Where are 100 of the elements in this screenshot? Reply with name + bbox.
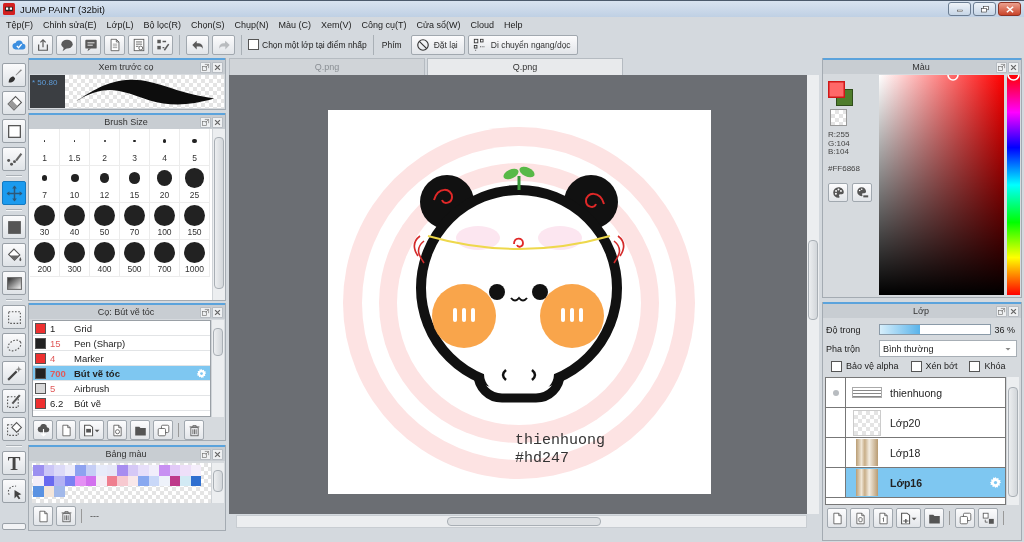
page-line-button[interactable] (873, 508, 893, 528)
brush-size-option[interactable]: 7 (30, 166, 60, 203)
color-swatch-icon[interactable] (64, 465, 75, 476)
popout-icon[interactable] (200, 448, 211, 460)
color-swatch-icon[interactable] (180, 475, 191, 486)
brush-row[interactable]: 15 Pen (Sharp) (33, 336, 210, 351)
close-icon[interactable] (1008, 305, 1019, 317)
color-swatch-icon[interactable] (106, 475, 117, 486)
trash-button[interactable] (184, 420, 204, 440)
brush-size-option[interactable]: 4 (150, 129, 180, 166)
close-icon[interactable] (212, 61, 223, 73)
brush-size-option[interactable]: 20 (150, 166, 180, 203)
brush-size-option[interactable]: 1 (30, 129, 60, 166)
popout-icon[interactable] (200, 116, 211, 128)
gradient-tool[interactable] (2, 271, 26, 295)
speech-bubble-button[interactable] (56, 34, 77, 55)
scrollbar-thumb[interactable] (214, 137, 224, 289)
layer-row[interactable]: Lớp20 (826, 408, 1005, 438)
page-square-button[interactable] (850, 508, 870, 528)
copy-button[interactable] (955, 508, 975, 528)
brush-size-option[interactable]: 70 (120, 203, 150, 240)
menu-item[interactable]: Chụp(N) (229, 17, 274, 33)
brush-size-option[interactable]: 10 (60, 166, 90, 203)
scrollbar[interactable] (211, 320, 224, 417)
share-button[interactable] (32, 34, 53, 55)
brush-size-option[interactable]: 400 (90, 240, 120, 277)
close-icon[interactable] (212, 116, 223, 128)
color-swatch-icon[interactable] (148, 465, 159, 476)
brush-size-option[interactable]: 200 (30, 240, 60, 277)
color-swatch-icon[interactable] (180, 465, 191, 476)
blend-mode-dropdown[interactable]: Bình thường (879, 340, 1017, 357)
brush-row[interactable]: 1 Grid (33, 321, 210, 336)
reset-button[interactable]: Đặt lại (410, 34, 465, 55)
ring-icon[interactable] (947, 75, 959, 81)
menu-item[interactable]: Bộ lọc(R) (138, 17, 186, 33)
color-swatch-icon[interactable] (75, 475, 86, 486)
fill-tool[interactable] (2, 215, 26, 239)
gear-icon[interactable] (196, 367, 207, 379)
move-mode-button[interactable]: Di chuyển ngang/dọc (467, 34, 578, 55)
hue-slider-thumb[interactable] (1007, 75, 1020, 81)
page-caret-button[interactable] (79, 420, 104, 440)
layer-row[interactable]: thienhuong (826, 378, 1005, 408)
select-eraser-tool[interactable] (2, 417, 26, 441)
menu-item[interactable]: Công cụ(T) (356, 17, 412, 33)
scrollbar-thumb[interactable] (213, 328, 223, 356)
close-icon[interactable] (1008, 61, 1019, 73)
hue-slider[interactable] (1007, 75, 1020, 295)
text-tool[interactable]: T (2, 451, 26, 475)
close-icon[interactable] (212, 306, 223, 318)
gear-icon[interactable] (989, 476, 1002, 489)
minimize-button[interactable] (948, 2, 971, 16)
brush-size-option[interactable]: 700 (150, 240, 180, 277)
opacity-slider[interactable] (879, 324, 991, 335)
cloud-check-button[interactable] (8, 34, 29, 55)
menu-item[interactable]: Cửa sổ(W) (411, 17, 466, 33)
scrollbar[interactable] (807, 75, 819, 514)
color-swatch-icon[interactable] (148, 475, 159, 486)
checkbox[interactable] (248, 39, 259, 50)
brush-row[interactable]: 6.2 Bút vẽ (33, 396, 210, 411)
scrollbar-thumb[interactable] (213, 470, 223, 492)
palette-button[interactable] (828, 182, 848, 202)
rect-select-tool[interactable] (2, 305, 26, 329)
checkbox[interactable] (910, 360, 922, 372)
menu-item[interactable]: Chọn(S) (186, 17, 230, 33)
lasso-tool[interactable] (2, 333, 26, 357)
page-circle-button[interactable] (107, 420, 127, 440)
color-swatch-icon[interactable] (43, 475, 54, 486)
menu-item[interactable]: Chỉnh sửa(E) (38, 17, 102, 33)
page-button[interactable] (827, 508, 847, 528)
checkbox[interactable] (969, 360, 981, 372)
undo-button[interactable] (186, 34, 209, 55)
brush-size-option[interactable]: 300 (60, 240, 90, 277)
color-swatch-icon[interactable] (159, 465, 170, 476)
checkbox[interactable] (831, 360, 842, 372)
brush-size-option[interactable]: 150 (180, 203, 210, 240)
brush-size-option[interactable]: 25 (180, 166, 210, 203)
brush-size-option[interactable]: 1.5 (60, 129, 90, 166)
color-swatch-icon[interactable] (138, 465, 149, 476)
eraser-tool[interactable] (2, 91, 26, 115)
restore-button[interactable] (973, 2, 996, 16)
copy-button[interactable] (153, 420, 173, 440)
color-swatch-icon[interactable] (43, 465, 54, 476)
brush-size-option[interactable]: 3 (120, 129, 150, 166)
menu-item[interactable]: Cloud (465, 17, 500, 33)
color-swatch-icon[interactable] (159, 475, 170, 486)
color-swatch-icon[interactable] (54, 465, 65, 476)
color-swatch-icon[interactable] (117, 475, 128, 486)
document-tab[interactable]: Q.png (427, 58, 623, 75)
folder-button[interactable] (924, 508, 944, 528)
scrollbar[interactable] (212, 129, 225, 300)
color-swatch-icon[interactable] (96, 465, 107, 476)
brush-size-option[interactable]: 100 (150, 203, 180, 240)
brush-size-option[interactable]: 5 (180, 129, 210, 166)
menu-item[interactable]: Lớp(L) (101, 17, 139, 33)
brush-size-option[interactable]: 50 (90, 203, 120, 240)
popout-icon[interactable] (200, 306, 211, 318)
menu-item[interactable]: Xem(V) (316, 17, 357, 33)
cloud-download-button[interactable] (33, 420, 53, 440)
color-swatch-icon[interactable] (190, 465, 201, 476)
layer-row[interactable]: Lớp16 (826, 468, 1005, 498)
